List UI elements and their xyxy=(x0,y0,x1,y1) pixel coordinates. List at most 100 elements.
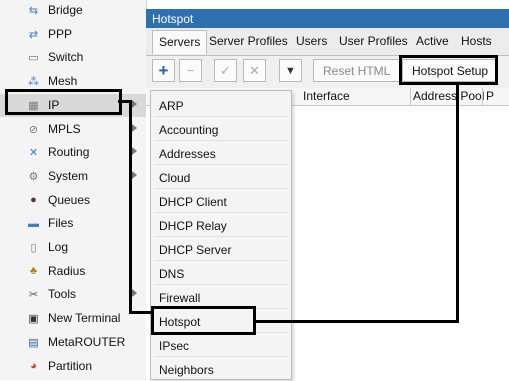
submenu-item-label: ARP xyxy=(159,99,184,113)
sidebar-item-label: Partition xyxy=(48,358,93,373)
sidebar-item-label: MetaROUTER xyxy=(48,334,126,349)
log-icon: ▯ xyxy=(30,242,37,254)
bridge-icon: ⇆ xyxy=(28,5,39,17)
menu-separator xyxy=(155,236,287,237)
tab-hosts[interactable]: Hosts xyxy=(461,34,492,48)
submenu-item-label: DHCP Relay xyxy=(159,219,227,233)
submenu-item-label: Cloud xyxy=(159,171,191,185)
menu-separator xyxy=(155,140,287,141)
submenu-item-accounting[interactable]: Accounting xyxy=(151,118,291,141)
sidebar-item-label: Routing xyxy=(48,145,90,160)
sidebar-item-label: Tools xyxy=(48,287,77,302)
submenu-item-label: Firewall xyxy=(159,291,201,305)
remove-button[interactable]: − xyxy=(179,59,202,82)
submenu-item-label: Accounting xyxy=(159,123,219,137)
sidebar-item-label: MPLS xyxy=(48,121,81,136)
system-icon: ⚙ xyxy=(28,170,39,183)
annotation-connector xyxy=(456,84,459,323)
submenu-item-label: Addresses xyxy=(159,147,216,161)
tab-user-profiles[interactable]: User Profiles xyxy=(339,34,408,48)
submenu-item-arp[interactable]: ARP xyxy=(151,94,291,117)
menu-separator xyxy=(155,116,287,117)
sidebar-item-label: Switch xyxy=(48,50,84,65)
submenu-item-label: IPsec xyxy=(159,339,190,353)
menu-separator xyxy=(155,164,287,165)
tab-bar: Servers Server Profiles Users User Profi… xyxy=(146,28,509,56)
submenu-item-neighbors[interactable]: Neighbors xyxy=(151,358,291,381)
highlight-hotspot-setup xyxy=(399,55,498,85)
files-icon: ▬ xyxy=(28,217,39,230)
submenu-arrow-icon xyxy=(132,289,137,298)
submenu-item-ipsec[interactable]: IPsec xyxy=(151,334,291,357)
tab-active[interactable]: Active xyxy=(416,34,449,48)
highlight-ip-menu xyxy=(5,89,122,115)
submenu-arrow-icon xyxy=(132,99,137,108)
sidebar-item-label: Queues xyxy=(48,192,91,207)
submenu-item-label: DHCP Server xyxy=(159,243,232,257)
sidebar-item-log[interactable]: ▯ Log xyxy=(0,236,146,259)
cross-icon: ✕ xyxy=(249,62,260,78)
submenu-item-label: DNS xyxy=(159,267,185,281)
partition-icon: ◕ xyxy=(30,360,37,372)
plus-icon: + xyxy=(158,60,169,80)
sidebar-item-system[interactable]: ⚙ System xyxy=(0,165,146,188)
sidebar-item-routing[interactable]: ✕ Routing xyxy=(0,141,146,164)
submenu-item-dhcp-server[interactable]: DHCP Server xyxy=(151,238,291,261)
mesh-icon: ⁂ xyxy=(28,76,39,89)
submenu-item-dns[interactable]: DNS xyxy=(151,262,291,285)
submenu-arrow-icon xyxy=(132,170,137,179)
column-interface[interactable]: Interface xyxy=(303,89,350,103)
switch-icon: ▭ xyxy=(28,52,39,65)
menu-separator xyxy=(155,260,287,261)
metarouter-icon: ▤ xyxy=(28,336,39,349)
sidebar-item-ppp[interactable]: ⇄ PPP xyxy=(0,23,146,46)
submenu-arrow-icon xyxy=(132,123,137,132)
tab-server-profiles[interactable]: Server Profiles xyxy=(209,34,288,48)
submenu-item-label: DHCP Client xyxy=(159,195,227,209)
annotation-connector xyxy=(129,100,132,314)
ip-submenu: ARP Accounting Addresses Cloud DHCP Client DH… xyxy=(150,90,292,381)
sidebar-item-bridge[interactable]: ⇆ Bridge xyxy=(0,0,146,22)
tab-servers[interactable]: Servers xyxy=(152,30,208,54)
sidebar-item-label: Log xyxy=(48,240,69,254)
mpls-icon: ⊘ xyxy=(28,123,39,136)
sidebar-item-queues[interactable]: ● Queues xyxy=(0,189,146,212)
sidebar-item-label: Mesh xyxy=(48,74,78,89)
sidebar-item-tools[interactable]: ✂ Tools xyxy=(0,283,146,306)
sidebar-item-label: PPP xyxy=(48,26,73,41)
sidebar-item-new-terminal[interactable]: ▣ New Terminal xyxy=(0,307,146,330)
sidebar-item-radius[interactable]: ♣ Radius xyxy=(0,260,146,283)
sidebar-item-switch[interactable]: ▭ Switch xyxy=(0,46,146,69)
menu-separator xyxy=(155,188,287,189)
submenu-item-dhcp-client[interactable]: DHCP Client xyxy=(151,190,291,213)
reset-html-button[interactable]: Reset HTML xyxy=(313,59,401,82)
tab-users[interactable]: Users xyxy=(296,34,327,48)
sidebar-item-label: Radius xyxy=(48,263,86,278)
sidebar-item-partition[interactable]: ◕ Partition xyxy=(0,355,146,378)
submenu-item-cloud[interactable]: Cloud xyxy=(151,166,291,189)
menu-separator xyxy=(155,212,287,213)
minus-icon: − xyxy=(186,63,195,78)
column-p[interactable]: P xyxy=(486,89,494,103)
submenu-item-addresses[interactable]: Addresses xyxy=(151,142,291,165)
disable-button[interactable]: ✕ xyxy=(243,59,266,82)
annotation-connector xyxy=(255,320,459,323)
filter-button[interactable]: ▼ xyxy=(279,59,302,82)
submenu-arrow-icon xyxy=(132,147,137,156)
sidebar-item-label: New Terminal xyxy=(48,311,121,326)
column-address-pool[interactable]: Address Pool xyxy=(413,89,484,103)
terminal-icon: ▣ xyxy=(28,313,39,326)
routing-icon: ✕ xyxy=(28,147,39,160)
add-button[interactable]: + xyxy=(152,59,175,82)
column-divider xyxy=(482,88,483,105)
sidebar-item-mpls[interactable]: ⊘ MPLS xyxy=(0,118,146,141)
sidebar-item-label: Files xyxy=(48,216,74,231)
radius-icon: ♣ xyxy=(29,265,38,278)
sidebar-item-label: Bridge xyxy=(48,3,83,17)
check-icon: ✓ xyxy=(220,62,231,78)
sidebar-item-metarouter[interactable]: ▤ MetaROUTER xyxy=(0,331,146,354)
submenu-item-dhcp-relay[interactable]: DHCP Relay xyxy=(151,214,291,237)
ppp-icon: ⇄ xyxy=(28,28,39,41)
sidebar-item-files[interactable]: ▬ Files xyxy=(0,212,146,235)
enable-button[interactable]: ✓ xyxy=(214,59,237,82)
